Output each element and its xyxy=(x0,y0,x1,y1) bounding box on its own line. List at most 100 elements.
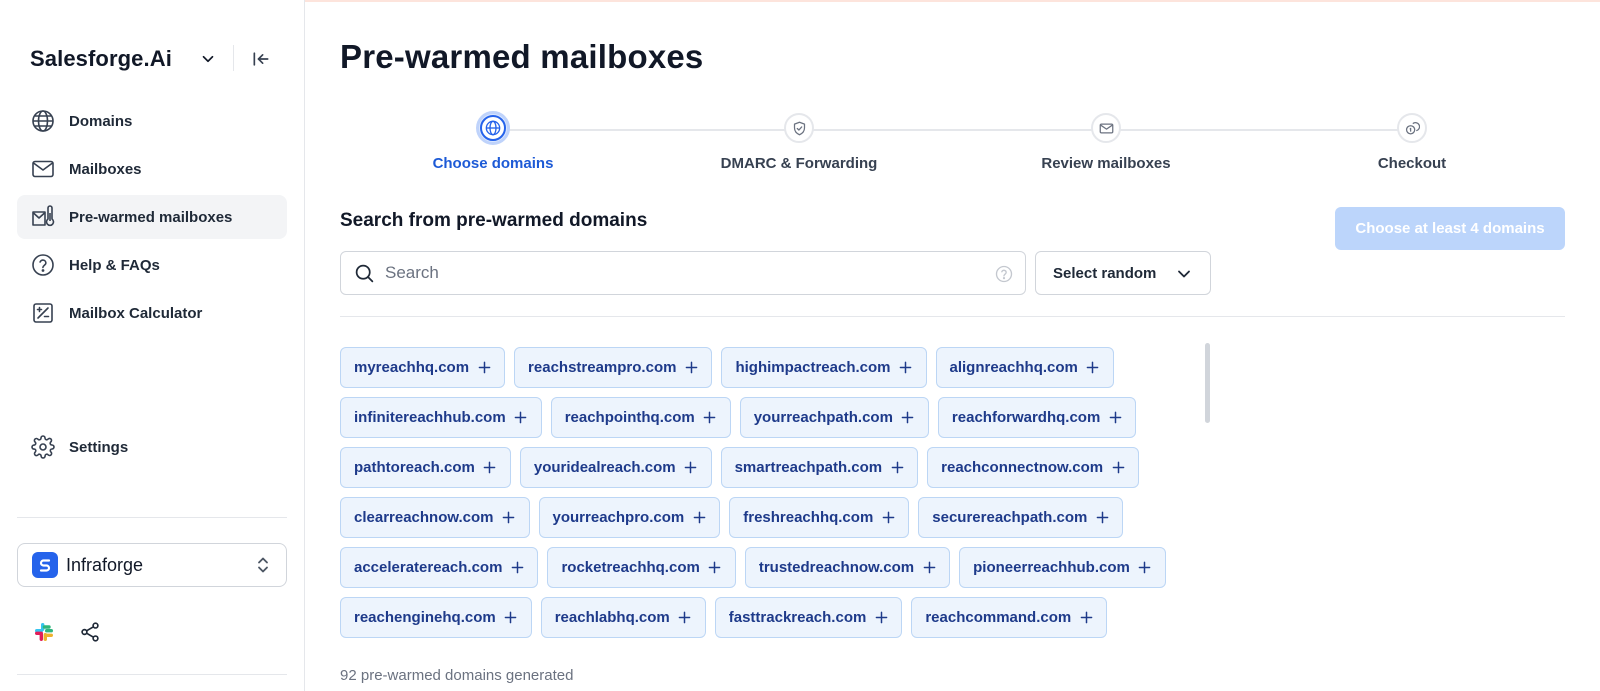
search-input[interactable] xyxy=(385,263,965,283)
domain-chip[interactable]: freshreachhq.com xyxy=(729,497,910,538)
workspace-switcher[interactable]: Infraforge xyxy=(17,543,287,587)
domain-chip[interactable]: reachcommand.com xyxy=(911,597,1108,638)
domain-chip-label: trustedreachnow.com xyxy=(758,559,915,576)
domain-chip-label: acceleratereach.com xyxy=(354,559,503,576)
domain-chip[interactable]: acceleratereach.com xyxy=(340,547,539,588)
help-circle-icon[interactable] xyxy=(995,265,1013,283)
domain-chip-label: rocketreachhq.com xyxy=(561,559,700,576)
plus-icon[interactable] xyxy=(703,411,717,425)
plus-icon[interactable] xyxy=(483,461,497,475)
plus-icon[interactable] xyxy=(899,361,913,375)
plus-icon[interactable] xyxy=(477,361,491,375)
sidebar-item-label: Pre-warmed mailboxes xyxy=(69,208,233,226)
domain-chip[interactable]: trustedreachnow.com xyxy=(744,547,951,588)
domain-chip[interactable]: reachforwardhq.com xyxy=(937,397,1137,438)
plus-icon[interactable] xyxy=(514,411,528,425)
step-label: Choose domains xyxy=(432,155,554,172)
domain-chip[interactable]: pioneerreachhub.com xyxy=(959,547,1166,588)
domain-chip-label: pathtoreach.com xyxy=(354,459,475,476)
search-field[interactable] xyxy=(340,251,1026,295)
plus-icon[interactable] xyxy=(684,361,698,375)
brand-row: Salesforge.Ai xyxy=(30,42,280,76)
domain-chip[interactable]: reachconnectnow.com xyxy=(927,447,1140,488)
sidebar: Salesforge.Ai Domains Mailboxes Pre-warm… xyxy=(0,0,305,691)
plus-icon[interactable] xyxy=(881,511,895,525)
brand-name[interactable]: Salesforge.Ai xyxy=(30,46,172,72)
step-review-mailboxes[interactable]: Review mailboxes xyxy=(996,113,1216,172)
domain-chip[interactable]: youridealreach.com xyxy=(519,447,712,488)
step-choose-domains[interactable]: Choose domains xyxy=(383,111,603,172)
domain-chip[interactable]: clearreachnow.com xyxy=(340,497,530,538)
sidebar-item-pre-warmed-mailboxes[interactable]: Pre-warmed mailboxes xyxy=(17,195,287,239)
domain-chip-label: highimpactreach.com xyxy=(735,359,891,376)
plus-icon[interactable] xyxy=(1111,461,1125,475)
infraforge-logo-icon xyxy=(32,552,58,578)
brand-divider xyxy=(233,45,234,71)
plus-icon[interactable] xyxy=(1079,611,1093,625)
domain-chip[interactable]: reachstreampro.com xyxy=(514,347,713,388)
domain-chip[interactable]: reachenginehq.com xyxy=(340,597,532,638)
sidebar-item-mailbox-calculator[interactable]: Mailbox Calculator xyxy=(17,291,287,335)
plus-icon[interactable] xyxy=(922,561,936,575)
domain-chip[interactable]: smartreachpath.com xyxy=(720,447,919,488)
plus-icon[interactable] xyxy=(678,611,692,625)
plus-icon[interactable] xyxy=(504,611,518,625)
domain-chip[interactable]: myreachhq.com xyxy=(340,347,506,388)
domain-chip[interactable]: alignreachhq.com xyxy=(935,347,1114,388)
domain-chip[interactable]: yourreachpro.com xyxy=(538,497,721,538)
domain-chip-label: reachconnectnow.com xyxy=(941,459,1104,476)
chevron-down-icon[interactable] xyxy=(197,48,219,70)
select-random-dropdown[interactable]: Select random xyxy=(1035,251,1211,295)
domain-chip-label: fasttrackreach.com xyxy=(728,609,867,626)
domain-chip-label: pioneerreachhub.com xyxy=(973,559,1130,576)
plus-icon[interactable] xyxy=(708,561,722,575)
section-title: Search from pre-warmed domains xyxy=(340,210,648,231)
domain-chip-label: youridealreach.com xyxy=(533,459,676,476)
page-title: Pre-warmed mailboxes xyxy=(340,38,704,75)
warm-mailbox-icon xyxy=(30,204,56,230)
mail-icon xyxy=(1091,113,1121,143)
sidebar-item-domains[interactable]: Domains xyxy=(17,99,287,143)
choose-domains-button[interactable]: Choose at least 4 domains xyxy=(1335,207,1565,250)
domain-chip-label: reachstreampro.com xyxy=(528,359,677,376)
domain-chip[interactable]: pathtoreach.com xyxy=(340,447,511,488)
sidebar-nav: Domains Mailboxes Pre-warmed mailboxes H… xyxy=(17,99,287,339)
plus-icon[interactable] xyxy=(692,511,706,525)
domain-chip-label: securereachpath.com xyxy=(932,509,1088,526)
domain-chip[interactable]: reachlabhq.com xyxy=(540,597,706,638)
sidebar-item-mailboxes[interactable]: Mailboxes xyxy=(17,147,287,191)
domain-chip-label: myreachhq.com xyxy=(354,359,470,376)
plus-icon[interactable] xyxy=(874,611,888,625)
domain-chip[interactable]: infinitereachhub.com xyxy=(340,397,542,438)
shield-check-icon xyxy=(784,113,814,143)
plus-icon[interactable] xyxy=(684,461,698,475)
sidebar-bottom-icons xyxy=(32,620,102,644)
step-dmarc-forwarding[interactable]: DMARC & Forwarding xyxy=(689,113,909,172)
domain-chip-label: yourreachpath.com xyxy=(753,409,893,426)
chevron-up-down-icon xyxy=(252,554,274,576)
plus-icon[interactable] xyxy=(890,461,904,475)
plus-icon[interactable] xyxy=(1086,361,1100,375)
sidebar-item-label: Help & FAQs xyxy=(69,256,160,274)
domain-chip-label: yourreachpro.com xyxy=(552,509,685,526)
sidebar-item-settings[interactable]: Settings xyxy=(17,425,287,469)
step-checkout[interactable]: Checkout xyxy=(1302,113,1522,172)
plus-icon[interactable] xyxy=(510,561,524,575)
domain-chip[interactable]: highimpactreach.com xyxy=(721,347,927,388)
domain-chip[interactable]: rocketreachhq.com xyxy=(547,547,736,588)
plus-icon[interactable] xyxy=(1108,411,1122,425)
slack-icon[interactable] xyxy=(32,620,56,644)
plus-icon[interactable] xyxy=(502,511,516,525)
globe-icon xyxy=(480,115,506,141)
sidebar-item-help-faqs[interactable]: Help & FAQs xyxy=(17,243,287,287)
domain-chip[interactable]: reachpointhq.com xyxy=(550,397,731,438)
plus-icon[interactable] xyxy=(1095,511,1109,525)
share-icon[interactable] xyxy=(78,620,102,644)
domain-list-scrollbar[interactable] xyxy=(1205,343,1210,423)
plus-icon[interactable] xyxy=(1138,561,1152,575)
domain-chip[interactable]: yourreachpath.com xyxy=(739,397,929,438)
collapse-sidebar-icon[interactable] xyxy=(250,48,272,70)
plus-icon[interactable] xyxy=(901,411,915,425)
domain-chip[interactable]: fasttrackreach.com xyxy=(714,597,903,638)
domain-chip[interactable]: securereachpath.com xyxy=(918,497,1124,538)
